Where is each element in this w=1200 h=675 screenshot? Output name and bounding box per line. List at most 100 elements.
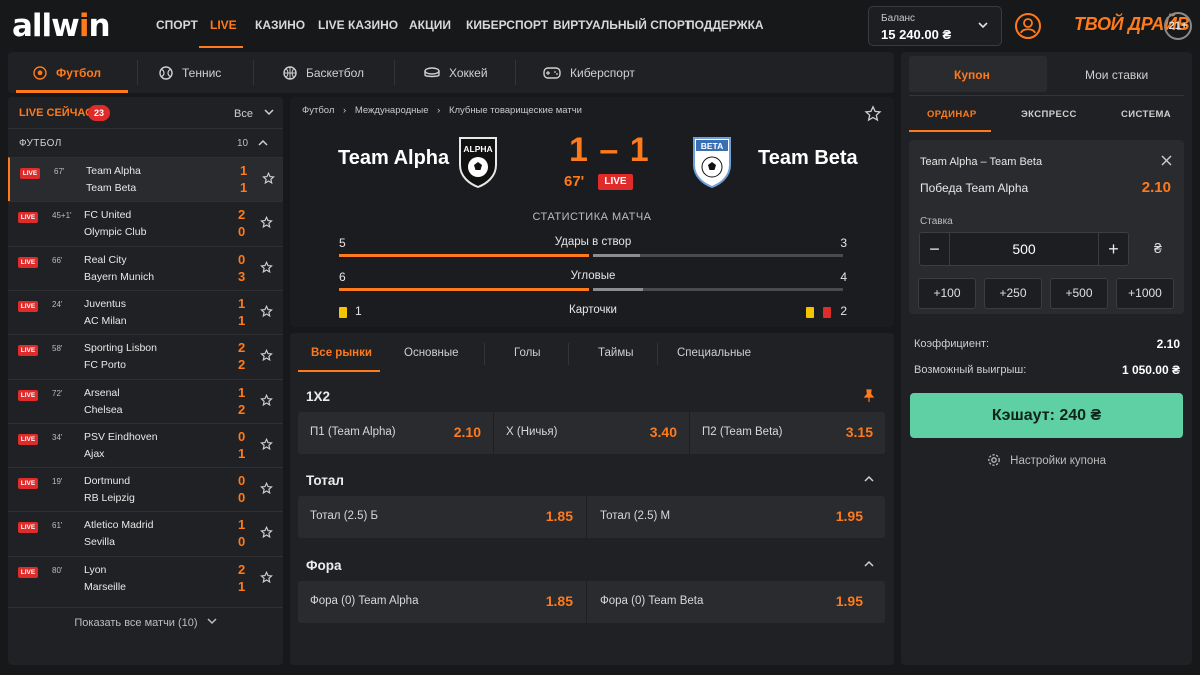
odd-button-handicap-home[interactable]: Фора (0) Team Alpha 1.85 (298, 581, 585, 623)
section-football[interactable]: ФУТБОЛ 10 (8, 128, 283, 157)
quick-stake-1000[interactable]: +1000 (1116, 278, 1174, 309)
nav-promotions[interactable]: АКЦИИ (409, 18, 451, 32)
favorite-star-icon[interactable] (260, 216, 273, 234)
nav-live[interactable]: LIVE (210, 18, 237, 32)
tab-tennis[interactable]: Теннис (159, 52, 221, 93)
match-time: 45+1' (52, 211, 72, 221)
home-team: Atletico Madrid (84, 519, 154, 532)
live-match-row[interactable]: LIVE 66' Real City Bayern Munich 0 3 (8, 245, 283, 290)
tab-coupon[interactable]: Купон (954, 68, 990, 82)
tab-hockey[interactable]: Хоккей (424, 52, 488, 93)
favorite-star-icon[interactable] (260, 260, 273, 279)
tab-basketball[interactable]: Баскетбол (283, 52, 364, 93)
odd-button-total-over[interactable]: Тотал (2.5) Б 1.85 (298, 496, 585, 538)
tab-all-markets[interactable]: Все рынки (311, 347, 372, 359)
live-match-row[interactable]: LIVE 61' Atletico Madrid Sevilla 1 0 (8, 511, 283, 555)
pin-icon[interactable] (862, 389, 876, 403)
user-profile-button[interactable] (1015, 13, 1041, 39)
odd-button-home[interactable]: П1 (Team Alpha) 2.10 (298, 412, 493, 454)
match-time: 58' (52, 344, 63, 354)
match-time: 66' (52, 255, 63, 265)
chevron-down-icon (978, 22, 988, 29)
bet-coupon-panel: Купон Мои ставки ОРДИНАР ЭКСПРЕСС СИСТЕМ… (901, 52, 1192, 665)
divider (253, 60, 254, 85)
cashout-button[interactable]: Кэшаут: 240 ₴ (910, 393, 1183, 438)
favorite-star-icon[interactable] (260, 526, 273, 544)
tab-football[interactable]: Футбол (33, 52, 101, 93)
basketball-icon (283, 65, 297, 80)
odd-button-draw[interactable]: X (Ничья) 3.40 (494, 412, 689, 454)
match-score: 1 – 1 (569, 131, 650, 169)
favorite-star-icon[interactable] (260, 437, 273, 456)
live-match-row[interactable]: LIVE 24' Juventus AC Milan 1 1 (8, 289, 283, 334)
live-match-row[interactable]: LIVE 72' Arsenal Chelsea 1 2 (8, 378, 283, 423)
nav-virtual-sport[interactable]: ВИРТУАЛЬНЫЙ СПОРТ (553, 18, 692, 32)
tab-goals[interactable]: Голы (514, 347, 541, 359)
nav-esports[interactable]: КИБЕРСПОРТ (466, 18, 548, 32)
close-icon[interactable] (1161, 155, 1172, 166)
market-row-1x2: П1 (Team Alpha) 2.10 X (Ничья) 3.40 П2 (Te… (298, 412, 885, 454)
live-tag: LIVE (18, 433, 38, 445)
live-match-row[interactable]: LIVE 58' Sporting Lisbon FC Porto 2 2 (8, 334, 283, 378)
coupon-settings-link[interactable]: Настройки купона (901, 453, 1192, 467)
tab-system[interactable]: СИСТЕМА (1121, 109, 1171, 120)
home-score: 1 (238, 384, 246, 400)
slip-event: Team Alpha – Team Beta (920, 156, 1043, 168)
breadcrumb-item[interactable]: Международные (355, 105, 429, 116)
tab-active-indicator (909, 130, 991, 132)
tennis-ball-icon (159, 65, 173, 80)
tab-main-markets[interactable]: Основные (404, 347, 459, 359)
chevron-down-icon (207, 618, 217, 625)
markets-panel: Все рынки Основные Голы Таймы Специальны… (290, 333, 894, 665)
away-team-name: Team Beta (758, 147, 858, 169)
odd-button-handicap-away[interactable]: Фора (0) Team Beta 1.95 (588, 581, 875, 623)
nav-support[interactable]: ПОДДЕРЖКА (686, 18, 764, 32)
odd-button-total-under[interactable]: Тотал (2.5) М 1.95 (588, 496, 875, 538)
tab-single[interactable]: ОРДИНАР (927, 109, 977, 120)
balance-label: Баланс (881, 13, 916, 24)
tab-esports[interactable]: Киберспорт (543, 52, 635, 93)
balance-value: 15 240.00 ₴ (881, 27, 952, 42)
favorite-star-icon[interactable] (262, 171, 275, 190)
quick-stake-250[interactable]: +250 (984, 278, 1042, 309)
tab-express[interactable]: ЭКСПРЕСС (1021, 109, 1077, 120)
chevron-up-icon[interactable] (864, 559, 874, 569)
stat-away-value: 2 (840, 304, 847, 318)
chevron-up-icon[interactable] (864, 474, 874, 484)
home-score: 1 (238, 517, 246, 533)
stake-increase-button[interactable]: + (1098, 233, 1128, 265)
live-match-row[interactable]: LIVE 80' Lyon Marseille 2 1 (8, 555, 283, 600)
favorite-star-icon[interactable] (864, 105, 882, 123)
tab-special[interactable]: Специальные (677, 347, 751, 359)
tab-my-bets[interactable]: Мои ставки (1085, 68, 1148, 82)
filter-dropdown[interactable]: Все (234, 107, 274, 120)
stake-input[interactable]: 500 (950, 233, 1098, 265)
live-match-row[interactable]: LIVE 34' PSV Eindhoven Ajax 0 1 (8, 422, 283, 467)
away-team: Marseille (84, 580, 127, 593)
favorite-star-icon[interactable] (260, 393, 273, 412)
nav-casino[interactable]: КАЗИНО (255, 18, 305, 32)
balance-dropdown[interactable]: Баланс 15 240.00 ₴ (868, 6, 1002, 46)
favorite-star-icon[interactable] (260, 349, 273, 367)
odd-button-away[interactable]: П2 (Team Beta) 3.15 (690, 412, 885, 454)
nav-live-casino[interactable]: LIVE КАЗИНО (318, 18, 398, 32)
show-all-matches-button[interactable]: Показать все матчи (10) (8, 607, 283, 637)
breadcrumb-item[interactable]: Клубные товарищеские матчи (449, 105, 582, 116)
nav-sport[interactable]: СПОРТ (156, 18, 198, 32)
match-time: 67' (54, 167, 65, 176)
breadcrumb-item[interactable]: Футбол (302, 105, 334, 116)
away-team: Ajax (84, 447, 105, 460)
tab-halves[interactable]: Таймы (598, 347, 634, 359)
home-team-name: Team Alpha (338, 147, 450, 169)
favorite-star-icon[interactable] (260, 570, 273, 589)
favorite-star-icon[interactable] (260, 304, 273, 323)
live-match-row[interactable]: LIVE 67' Team Alpha Team Beta 1 1 (8, 157, 283, 201)
quick-stake-500[interactable]: +500 (1050, 278, 1108, 309)
stake-decrease-button[interactable]: − (920, 233, 950, 265)
quick-stake-100[interactable]: +100 (918, 278, 976, 309)
favorite-star-icon[interactable] (260, 482, 273, 500)
live-match-row[interactable]: LIVE 45+1' FC United Olympic Club 2 0 (8, 201, 283, 245)
logo[interactable]: allwin (12, 8, 111, 44)
live-match-row[interactable]: LIVE 19' Dortmund RB Leipzig 0 0 (8, 467, 283, 511)
top-bar: allwin СПОРТ LIVE КАЗИНО LIVE КАЗИНО АКЦ… (0, 0, 1200, 52)
